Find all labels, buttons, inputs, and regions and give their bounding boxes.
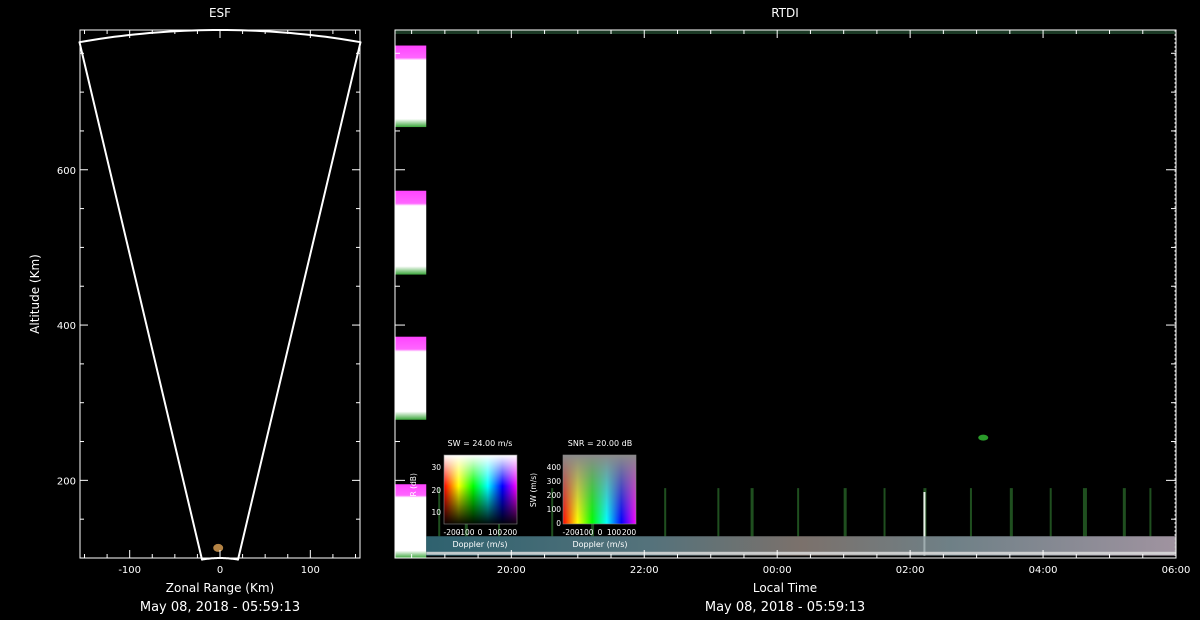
sw-legend-ylabel: SNR (dB) [409, 473, 418, 507]
rtdi-xtick-label: 02:00 [896, 565, 925, 576]
rtdi-echo-column [750, 488, 754, 537]
esf-beam-fan [78, 29, 362, 561]
sw-legend-xtick: -100 [457, 528, 474, 537]
rtdi-echo-column [1082, 488, 1087, 537]
rtdi-echo-column [664, 488, 667, 537]
esf-ytick-label: 600 [57, 166, 76, 177]
rtdi-title: RTDI [771, 6, 799, 20]
rtdi-e-region-core [426, 551, 1176, 555]
esf-xtick-label: 0 [217, 565, 223, 576]
rtdi-irregularity-band [395, 45, 427, 128]
sw-legend-xtick: 200 [503, 528, 518, 537]
sw-legend-ytick: 10 [431, 508, 441, 517]
snr-legend-xlabel: Doppler (m/s) [572, 540, 627, 549]
snr-legend-xtick: 100 [607, 528, 622, 537]
esf-beam-outline [78, 29, 362, 561]
rtdi-echo-column [843, 488, 847, 537]
rtdi-echo-column [1049, 488, 1052, 537]
rtdi-echo-column [1122, 488, 1126, 537]
sw-legend-ytick: 20 [431, 486, 441, 495]
snr-legend: SNR = 20.00 dB SW (m/s) 400 300 200 100 … [529, 439, 636, 549]
rtdi-echo-column [969, 488, 972, 537]
sw-legend-ytick: 30 [431, 463, 441, 472]
esf-xtick-label: 100 [301, 565, 320, 576]
esf-ytick-label: 200 [57, 476, 76, 487]
snr-legend-ytick: 200 [547, 491, 562, 500]
rtdi-xtick-label: 06:00 [1162, 565, 1191, 576]
rtdi-echo-column [883, 488, 886, 537]
snr-legend-ytick: 100 [547, 505, 562, 514]
esf-yaxis-ticks: 200 400 600 [57, 52, 360, 520]
rtdi-xtick-label: 04:00 [1029, 565, 1058, 576]
esf-plot-frame [79, 29, 361, 559]
sw-legend-title: SW = 24.00 m/s [448, 439, 513, 448]
snr-legend-title: SNR = 20.00 dB [568, 439, 632, 448]
snr-legend-ytick: 300 [547, 477, 562, 486]
rtdi-yaxis-ticks [395, 52, 1176, 520]
rtdi-xtick-label: 20:00 [497, 565, 526, 576]
esf-timestamp: May 08, 2018 - 05:59:13 [140, 600, 300, 615]
rtdi-echo-column [1149, 488, 1152, 537]
rtdi-xlabel: Local Time [753, 581, 817, 595]
rtdi-xtick-label: 22:00 [630, 565, 659, 576]
esf-xtick-label: -100 [118, 565, 141, 576]
esf-panel: ESF 200 400 600 -100 0 100 Altitude (Km) Zon… [28, 6, 362, 615]
esf-xlabel: Zonal Range (Km) [166, 581, 274, 595]
esf-title: ESF [209, 6, 231, 20]
snr-legend-grey [563, 455, 636, 524]
esf-echo-blobs [213, 543, 224, 552]
rtdi-xtick-label: 00:00 [763, 565, 792, 576]
snr-legend-ytick: 400 [547, 463, 562, 472]
figure-canvas: ESF 200400600 -100 0 100 Altitude (Km) Zon… [28, 6, 1191, 615]
esf-xaxis-ticks: -100 0 100 [84, 30, 356, 576]
rtdi-irregularity-band [395, 190, 427, 275]
esf-ylabel: Altitude (Km) [28, 254, 42, 334]
rtdi-top-noise [395, 30, 1176, 34]
rtdi-echo-column [717, 488, 720, 537]
sw-legend-xtick: 100 [488, 528, 503, 537]
snr-legend-ytick: 0 [556, 519, 561, 528]
sw-legend-xtick: 0 [478, 528, 483, 537]
rtdi-panel: RTDI 20:00 22:00 00:00 02:00 04:00 06:00 SW =… [394, 6, 1191, 615]
rtdi-irregularity-band [395, 336, 427, 420]
esf-ytick-label: 400 [57, 321, 76, 332]
rtdi-echo-column [1009, 488, 1013, 537]
sw-legend-xlabel: Doppler (m/s) [452, 540, 507, 549]
snr-legend-xtick: -100 [576, 528, 593, 537]
snr-legend-xtick: 200 [622, 528, 637, 537]
esf-echo-blob [213, 543, 224, 552]
rtdi-echo-column [797, 488, 800, 537]
sw-legend-dark [444, 455, 517, 524]
rtdi-echo-blob [978, 434, 989, 441]
rtdi-timestamp: May 08, 2018 - 05:59:13 [705, 600, 865, 615]
snr-legend-ylabel: SW (m/s) [529, 473, 538, 507]
snr-legend-xtick: 0 [598, 528, 603, 537]
